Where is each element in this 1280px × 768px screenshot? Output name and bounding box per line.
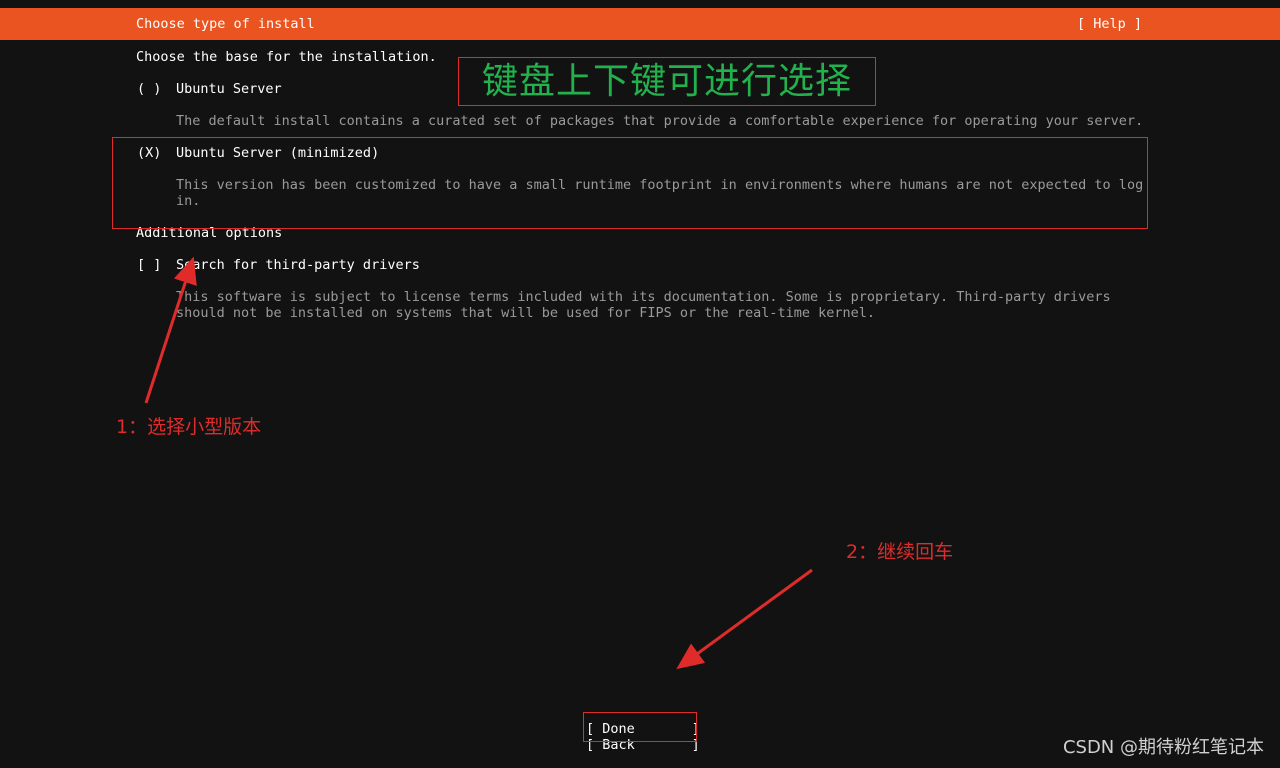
intro-text: Choose the base for the installation. bbox=[136, 49, 437, 65]
option-label-ubuntu-server[interactable]: Ubuntu Server bbox=[176, 81, 282, 97]
arrow-to-done bbox=[676, 568, 813, 670]
hint-annotation-text: 键盘上下键可进行选择 bbox=[481, 61, 852, 102]
minimized-annotation-box bbox=[112, 137, 1148, 229]
note-select-minimized: 1：选择小型版本 bbox=[116, 416, 262, 438]
help-button[interactable]: [ Help ] bbox=[1077, 16, 1142, 32]
csdn-watermark: CSDN @期待粉红笔记本 bbox=[1062, 737, 1264, 758]
done-annotation-box bbox=[583, 712, 697, 742]
header-bar: Choose type of install [ Help ] bbox=[0, 8, 1280, 40]
page-title: Choose type of install bbox=[136, 16, 315, 32]
third-party-drivers-checkbox[interactable]: [ ] bbox=[137, 257, 161, 273]
third-party-drivers-label[interactable]: Search for third-party drivers bbox=[176, 257, 420, 273]
third-party-drivers-desc-line2: should not be installed on systems that … bbox=[176, 305, 875, 321]
radio-ubuntu-server[interactable]: ( ) bbox=[137, 81, 161, 97]
note-press-enter: 2：继续回车 bbox=[846, 541, 954, 563]
third-party-drivers-desc-line1: This software is subject to license term… bbox=[176, 289, 1111, 305]
option-desc-ubuntu-server: The default install contains a curated s… bbox=[176, 113, 1144, 129]
